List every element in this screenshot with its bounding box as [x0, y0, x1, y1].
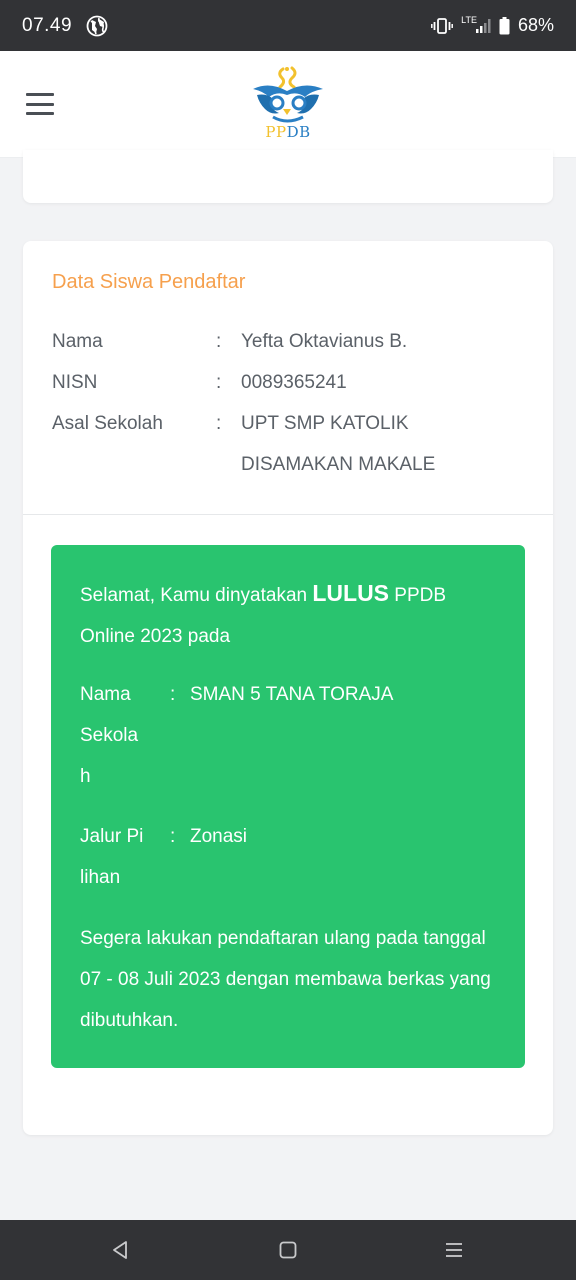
- info-colon: :: [216, 413, 222, 434]
- info-label: Asal Sekolah: [52, 413, 163, 434]
- info-colon: :: [216, 372, 222, 393]
- result-label: Jalur Pilihan: [80, 826, 144, 888]
- result-note: Segera lakukan pendaftaran ulang pada ta…: [80, 928, 491, 1031]
- info-colon: :: [216, 331, 222, 352]
- status-lulus: LULUS: [312, 580, 390, 606]
- divider: [23, 514, 553, 515]
- back-icon[interactable]: [108, 1238, 132, 1262]
- system-nav-bar: [0, 1220, 576, 1280]
- battery-percent: 68%: [517, 15, 554, 35]
- status-time: 07.49: [22, 14, 73, 36]
- info-label: Nama: [52, 331, 103, 352]
- globe-icon: [86, 15, 108, 37]
- info-value-nama: Yefta Oktavianus B.: [241, 331, 408, 352]
- result-label: Nama Sekolah: [80, 684, 139, 787]
- info-value-asal-sekolah: UPT SMP KATOLIK DISAMAKAN MAKALE: [241, 413, 436, 475]
- previous-card: [23, 150, 553, 203]
- result-value-jalur: Zonasi: [190, 826, 248, 847]
- result-colon: :: [170, 826, 176, 847]
- status-right: LTE 68%: [431, 15, 554, 36]
- hamburger-menu-icon[interactable]: [26, 93, 54, 115]
- app-header: PPDB: [0, 51, 576, 158]
- vibrate-icon: [431, 17, 454, 35]
- home-icon[interactable]: [276, 1238, 300, 1262]
- ppdb-logo[interactable]: PPDB: [248, 65, 328, 145]
- result-colon: :: [170, 684, 176, 705]
- result-value-school: SMAN 5 TANA TORAJA: [190, 684, 394, 705]
- info-value-nisn: 0089365241: [241, 372, 347, 393]
- result-alert: Selamat, Kamu dinyatakan LULUS PPDB Onli…: [51, 545, 525, 1068]
- info-label: NISN: [52, 372, 98, 393]
- owl-emblem-icon: [253, 66, 323, 123]
- status-bar: 07.49 LTE 68%: [0, 0, 576, 51]
- signal-icon: LTE: [461, 14, 491, 34]
- student-data-card: Data Siswa Pendaftar Nama : Yefta Oktavi…: [23, 241, 553, 1135]
- logo-text: PPDB: [265, 123, 311, 141]
- recents-icon[interactable]: [442, 1238, 466, 1262]
- result-intro: Selamat, Kamu dinyatakan LULUS PPDB Onli…: [80, 580, 447, 647]
- card-title: Data Siswa Pendaftar: [52, 271, 246, 293]
- network-type: LTE: [461, 14, 477, 25]
- battery-icon: [499, 16, 510, 35]
